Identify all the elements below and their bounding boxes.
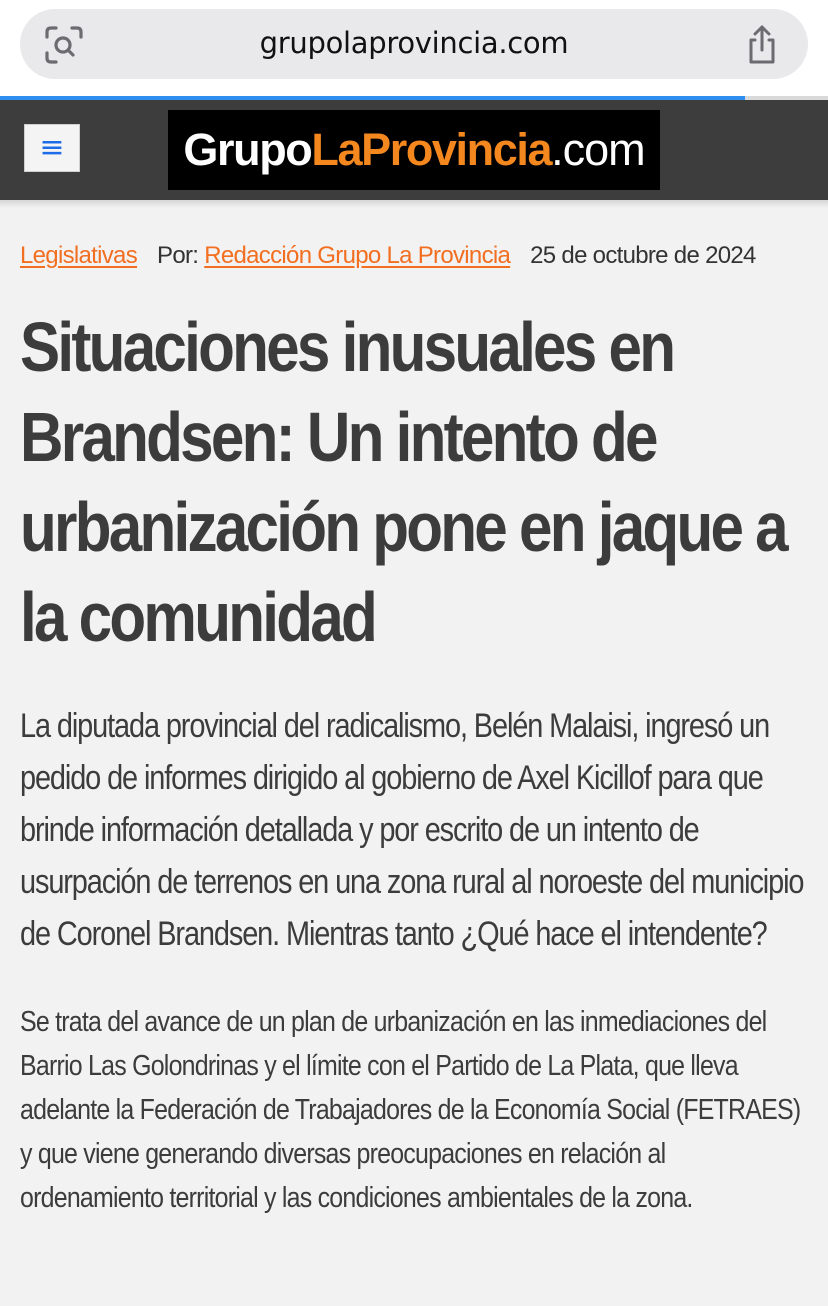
address-bar[interactable]: grupolaprovincia.com (20, 9, 808, 79)
article-lead: La diputada provincial del radicalismo, … (20, 707, 804, 953)
byline-label: Por: (157, 242, 199, 269)
logo-text-grupo: Grupo (183, 124, 312, 175)
site-header: ≡ Grupo LaProvincia .com (0, 100, 828, 200)
category-link[interactable]: Legislativas (20, 242, 138, 270)
header-shadow (0, 200, 828, 208)
logo-text-com: .com (551, 124, 646, 175)
article: Legislativas Por: Redacción Grupo La Pro… (20, 230, 810, 1220)
menu-button[interactable]: ≡ (24, 124, 80, 172)
logo-text-laprovincia: LaProvincia (311, 124, 552, 175)
article-paragraph: Se trata del avance de un plan de urbani… (20, 1006, 801, 1214)
browser-chrome: grupolaprovincia.com (0, 0, 828, 96)
share-icon[interactable] (740, 23, 784, 67)
visual-search-icon[interactable] (42, 23, 86, 67)
author-link[interactable]: Redacción Grupo La Provincia (204, 242, 511, 270)
site-logo[interactable]: Grupo LaProvincia .com (168, 110, 660, 190)
url-text[interactable]: grupolaprovincia.com (20, 9, 808, 79)
publish-date: 25 de octubre de 2024 (530, 242, 756, 269)
article-title: Situaciones inusuales en Brandsen: Un in… (20, 308, 789, 656)
article-meta: Legislativas Por: Redacción Grupo La Pro… (20, 230, 810, 282)
hamburger-menu-icon: ≡ (39, 130, 65, 165)
